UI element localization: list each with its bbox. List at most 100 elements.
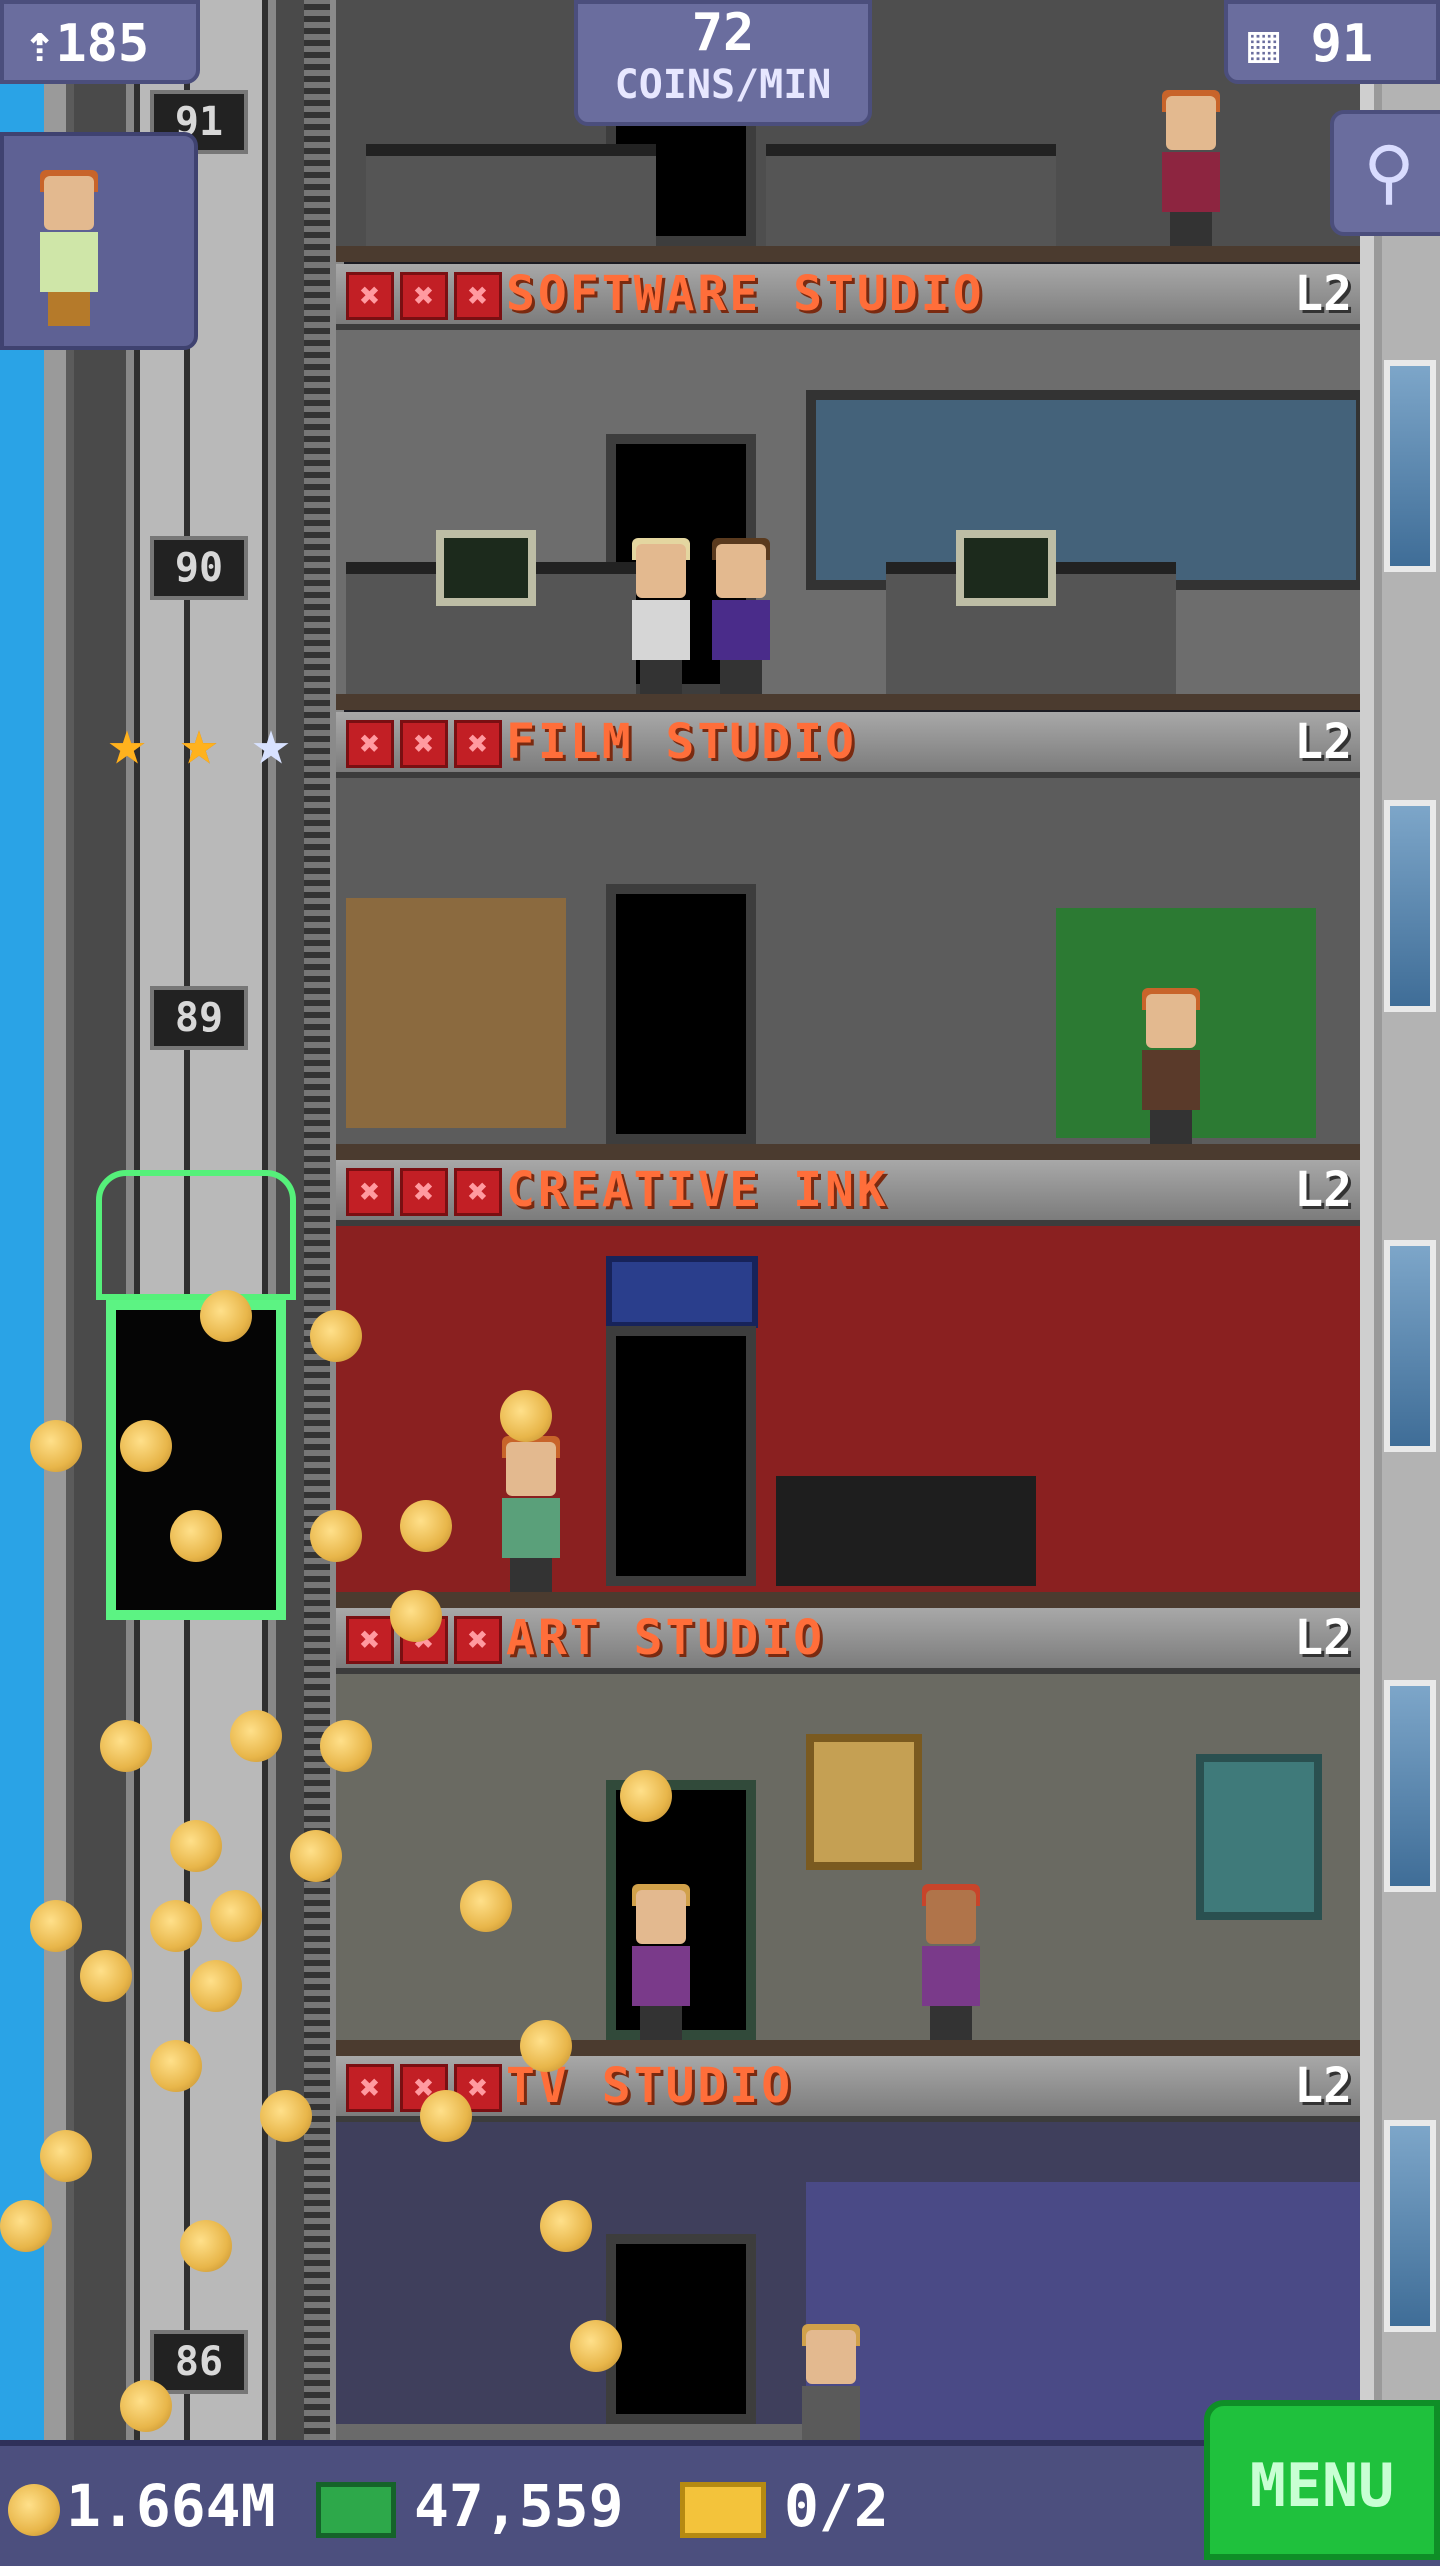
right-window [1384, 2120, 1436, 2332]
x-mark-icon: ✖ [346, 720, 394, 768]
tickets-counter[interactable]: 0/2 [680, 2446, 889, 2566]
coin-icon [8, 2483, 60, 2536]
star-icon: ★ [107, 706, 147, 780]
coins-counter[interactable]: 1.664M [8, 2446, 276, 2566]
coin-particle [520, 2020, 572, 2072]
room-label-bar[interactable]: ✖ ✖ ✖ ART STUDIO L2 [336, 1608, 1360, 1674]
room-window [1196, 1754, 1322, 1920]
coins-per-minute: 72 COINS/MIN [574, 0, 872, 126]
room-software-studio[interactable] [336, 330, 1360, 710]
room-desk [766, 144, 1056, 246]
bux-value: 47,559 [414, 2472, 624, 2540]
room-creative-ink[interactable] [336, 1226, 1360, 1608]
menu-button[interactable]: MENU [1204, 2400, 1440, 2560]
coin-particle [200, 1290, 252, 1342]
room-art-studio[interactable] [336, 1674, 1360, 2056]
worker-sprite[interactable] [796, 2324, 866, 2440]
coin-particle [150, 1900, 202, 1952]
room-name: CREATIVE INK [506, 1162, 889, 1218]
coin-particle [460, 1880, 512, 1932]
coin-particle [180, 2220, 232, 2272]
coin-particle [320, 1720, 372, 1772]
coin-particle [230, 1710, 282, 1762]
bux-counter[interactable]: 47,559 [316, 2446, 624, 2566]
room-floor [336, 1144, 1360, 1160]
worker-sprite[interactable] [496, 1436, 566, 1592]
coin-particle [390, 1590, 442, 1642]
room-floor [336, 1592, 1360, 1608]
coin-particle [190, 1960, 242, 2012]
coin-particle [400, 1500, 452, 1552]
room-floor [336, 694, 1360, 710]
room-film-studio[interactable] [336, 778, 1360, 1160]
x-mark-icon: ✖ [454, 1616, 502, 1664]
coin-particle [310, 1510, 362, 1562]
worker-sprite[interactable] [626, 1884, 696, 2040]
room-label-bar[interactable]: ✖ ✖ ✖ FILM STUDIO L2 [336, 712, 1360, 778]
coins-per-min-label: COINS/MIN [614, 62, 832, 108]
room-couch [776, 1476, 1036, 1586]
people-icon: ⇡ [24, 14, 56, 74]
worker-sprite[interactable] [626, 538, 696, 694]
room-unstocked-marks: ✖ ✖ ✖ [346, 1168, 502, 1216]
coin-particle [570, 2320, 622, 2372]
population-value: 185 [55, 14, 150, 74]
coins-per-min-value: 72 [691, 3, 755, 63]
room-level: L2 [1294, 1610, 1352, 1666]
room-door [606, 884, 756, 1144]
painting-frame [806, 1734, 922, 1870]
x-mark-icon: ✖ [346, 272, 394, 320]
elevator-crown [96, 1170, 296, 1300]
x-mark-icon: ✖ [454, 720, 502, 768]
room-label-bar[interactable]: ✖ ✖ ✖ CREATIVE INK L2 [336, 1160, 1360, 1226]
coin-particle [170, 1510, 222, 1562]
computer-monitor [436, 530, 536, 606]
room-label-bar[interactable]: ✖ ✖ ✖ SOFTWARE STUDIO L2 [336, 264, 1360, 330]
coin-particle [290, 1830, 342, 1882]
floor-counter[interactable]: ▦ 91 [1224, 0, 1440, 84]
coin-particle [420, 2090, 472, 2142]
worker-sprite[interactable] [1156, 90, 1226, 246]
right-window [1384, 1680, 1436, 1892]
coin-particle [170, 1820, 222, 1872]
worker-sprite[interactable] [1136, 988, 1206, 1144]
room-unstocked-marks: ✖ ✖ ✖ [346, 720, 502, 768]
coin-particle [210, 1890, 262, 1942]
right-window [1384, 360, 1436, 572]
magnify-icon[interactable]: ⚲ [1330, 110, 1440, 236]
room-label-bar[interactable]: ✖ ✖ ✖ TV STUDIO L2 [336, 2056, 1360, 2122]
room-tv-studio[interactable] [336, 2122, 1360, 2440]
coin-particle [620, 1770, 672, 1822]
population-counter[interactable]: ⇡185 [0, 0, 200, 84]
building-icon: ▦ [1248, 14, 1311, 74]
star-icon: ★ [179, 706, 219, 780]
room-floor [336, 246, 1360, 262]
worker-sprite[interactable] [706, 538, 776, 694]
computer-monitor [956, 530, 1056, 606]
x-mark-icon: ✖ [346, 2064, 394, 2112]
room-floor [336, 2040, 1360, 2056]
coin-particle [540, 2200, 592, 2252]
room-door [606, 1326, 756, 1586]
floor-rating-stars: ★ ★ ★ [96, 706, 302, 780]
ticket-icon [680, 2481, 766, 2538]
floor-count-value: 91 [1310, 14, 1374, 74]
x-mark-icon: ✖ [454, 1168, 502, 1216]
bitizen-avatar-button[interactable] [0, 132, 198, 350]
room-level: L2 [1294, 2058, 1352, 2114]
worker-sprite[interactable] [916, 1884, 986, 2040]
x-mark-icon: ✖ [346, 1168, 394, 1216]
coins-value: 1.664M [66, 2472, 276, 2540]
coin-particle [0, 2200, 52, 2252]
coin-particle [310, 1310, 362, 1362]
star-icon: ★ [251, 706, 291, 780]
room-level: L2 [1294, 1162, 1352, 1218]
coin-particle [260, 2090, 312, 2142]
coin-particle [80, 1950, 132, 2002]
x-mark-icon: ✖ [346, 1616, 394, 1664]
room-level: L2 [1294, 714, 1352, 770]
x-mark-icon: ✖ [400, 272, 448, 320]
avatar [34, 170, 104, 326]
coin-particle [120, 1420, 172, 1472]
bux-icon [316, 2481, 396, 2538]
